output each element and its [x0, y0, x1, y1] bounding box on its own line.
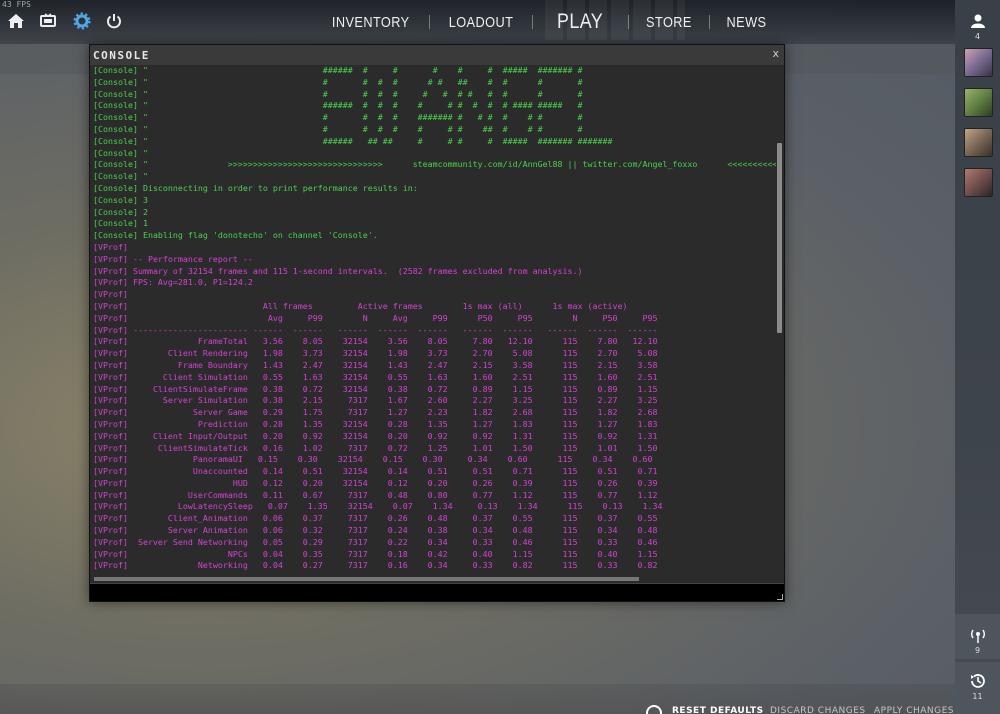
vprof-log-line: [VProf] Prediction 0.28 1.35 32154 0.28 …: [93, 418, 658, 429]
vprof-log-line: [VProf] Frame Boundary 1.43 2.47 32154 1…: [93, 359, 658, 370]
right-sidebar: 4 9 11: [955, 0, 1000, 714]
horizontal-scrollbar[interactable]: [94, 577, 639, 581]
console-output[interactable]: [Console] " ###### # # # # # ##### #####…: [93, 65, 776, 577]
vertical-scrollbar[interactable]: [777, 143, 782, 333]
console-title: CONSOLE: [93, 49, 150, 62]
console-log-line: [Console] ": [93, 147, 148, 158]
console-log-line: [Console] " ###### ## ## # # # # ##### #…: [93, 135, 613, 146]
vprof-log-line: [VProf] ClientSimulateFrame 0.38 0.72 32…: [93, 383, 658, 394]
vprof-log-line: [VProf] -- Performance report --: [93, 253, 253, 264]
avatar[interactable]: [964, 168, 993, 197]
home-icon[interactable]: [7, 12, 25, 30]
console-log-line: [Console] 3: [93, 194, 148, 205]
vprof-log-line: [VProf] Client Input/Output 0.20 0.92 32…: [93, 430, 658, 441]
friends-button[interactable]: 4: [955, 12, 1000, 41]
antenna-icon: [970, 629, 985, 643]
friends-count: 4: [974, 32, 981, 41]
avatar[interactable]: [964, 128, 993, 157]
power-icon[interactable]: [105, 12, 123, 30]
console-log-line: [Console] Disconnecting in order to prin…: [93, 182, 418, 193]
nav-play[interactable]: PLAY: [541, 10, 621, 34]
vprof-log-line: [VProf] LowLatencySleep 0.07 1.35 32154 …: [93, 501, 663, 512]
vprof-log-line: [VProf] Server Animation 0.06 0.32 7317 …: [93, 525, 658, 536]
vprof-log-line: [VProf] Summary of 32154 frames and 115 …: [93, 265, 583, 276]
main-nav: INVENTORY LOADOUT PLAY STORE NEWS: [312, 0, 783, 44]
nav-divider: [532, 15, 534, 29]
history-icon: [970, 674, 985, 688]
console-log-line: [Console] " ###### # # # # # # # # # ###…: [93, 100, 583, 111]
vprof-log-line: [VProf] Server Game 0.29 1.75 7317 1.27 …: [93, 407, 658, 418]
console-log-line: [Console] " ###### # # # # # ##### #####…: [93, 65, 583, 75]
apply-changes-button[interactable]: APPLY CHANGES: [874, 706, 954, 714]
network-button[interactable]: 9: [955, 626, 1000, 655]
tv-icon[interactable]: [39, 12, 57, 30]
vprof-log-line: [VProf] FPS: Avg=281.0, P1=124.2: [93, 277, 253, 288]
vprof-log-line: [VProf] FrameTotal 3.56 8.05 32154 3.56 …: [93, 336, 658, 347]
reset-icon: [646, 705, 662, 714]
vprof-log-line: [VProf] ClientSimulateTick 0.16 1.02 731…: [93, 442, 658, 453]
network-count: 9: [974, 646, 981, 655]
nav-news[interactable]: NEWS: [715, 14, 777, 31]
console-log-line: [Console] " # # # # # # ## # # # #: [93, 76, 583, 87]
nav-loadout[interactable]: LOADOUT: [438, 14, 525, 31]
vprof-log-line: [VProf] All frames Active frames 1s max …: [93, 300, 628, 311]
vprof-log-line: [VProf] Client Simulation 0.55 1.63 3215…: [93, 371, 658, 382]
vprof-log-line: [VProf] Server Simulation 0.38 2.15 7317…: [93, 395, 658, 406]
vprof-log-line: [VProf] HUD 0.12 0.20 32154 0.12 0.20 0.…: [93, 477, 658, 488]
history-count: 11: [972, 692, 983, 701]
vprof-log-line: [VProf] Networking 0.04 0.27 7317 0.16 0…: [93, 560, 658, 571]
console-log-line: [Console] " # # # # ####### # # # # # # …: [93, 112, 583, 123]
console-window: CONSOLE x [Console] " ###### # # # # # #…: [89, 44, 785, 602]
vprof-log-line: [VProf] ----------------------- ------ -…: [93, 324, 658, 335]
console-header[interactable]: CONSOLE x: [90, 45, 784, 65]
reset-defaults-button[interactable]: RESET DEFAULTS: [672, 706, 764, 714]
resize-grip-icon[interactable]: [777, 594, 783, 600]
top-navigation-bar: 43 FPS INVENTORY LOADOUT PLAY STORE NEWS: [0, 0, 955, 44]
gear-icon[interactable]: [73, 12, 91, 30]
console-log-line: [Console] ": [93, 171, 148, 182]
vprof-log-line: [VProf] Client_Animation 0.06 0.37 7317 …: [93, 513, 658, 524]
fps-counter: 43 FPS: [2, 0, 31, 9]
avatar[interactable]: [964, 48, 993, 77]
console-log-line: [Console] Enabling flag 'donotecho' on c…: [93, 230, 378, 241]
person-icon: [970, 14, 985, 28]
console-log-line: [Console] " # # # # # # # ## # # # #: [93, 123, 583, 134]
vprof-log-line: [VProf] Client Rendering 1.98 3.73 32154…: [93, 348, 658, 359]
nav-divider: [429, 15, 431, 29]
nav-store[interactable]: STORE: [635, 14, 703, 31]
nav-inventory[interactable]: INVENTORY: [321, 14, 421, 31]
vprof-log-line: [VProf] PanoramaUI 0.15 0.30 32154 0.15 …: [93, 454, 653, 465]
close-icon[interactable]: x: [772, 47, 779, 60]
console-input[interactable]: [90, 583, 784, 601]
vprof-log-line: [VProf] Avg P99 N Avg P99 P50 P95 N P50 …: [93, 312, 658, 323]
vprof-log-line: [VProf] NPCs 0.04 0.35 7317 0.18 0.42 0.…: [93, 548, 658, 559]
console-log-line: [Console] " # # # # # # # # # # # #: [93, 88, 583, 99]
vprof-log-line: [VProf] UserCommands 0.11 0.67 7317 0.48…: [93, 489, 658, 500]
vprof-log-line: [VProf]: [93, 241, 128, 252]
nav-divider: [627, 15, 629, 29]
avatar[interactable]: [964, 88, 993, 117]
nav-divider: [708, 15, 710, 29]
discard-changes-button[interactable]: DISCARD CHANGES: [770, 706, 866, 714]
vprof-log-line: [VProf]: [93, 289, 128, 300]
console-log-line: [Console] " >>>>>>>>>>>>>>>>>>>>>>>>>>>>…: [93, 159, 776, 170]
vprof-log-line: [VProf] Server Send Networking 0.05 0.29…: [93, 536, 658, 547]
vprof-log-line: [VProf] Unaccounted 0.14 0.51 32154 0.14…: [93, 466, 658, 477]
console-log-line: [Console] 2: [93, 206, 148, 217]
history-button[interactable]: 11: [955, 672, 1000, 701]
console-log-line: [Console] 1: [93, 218, 148, 229]
